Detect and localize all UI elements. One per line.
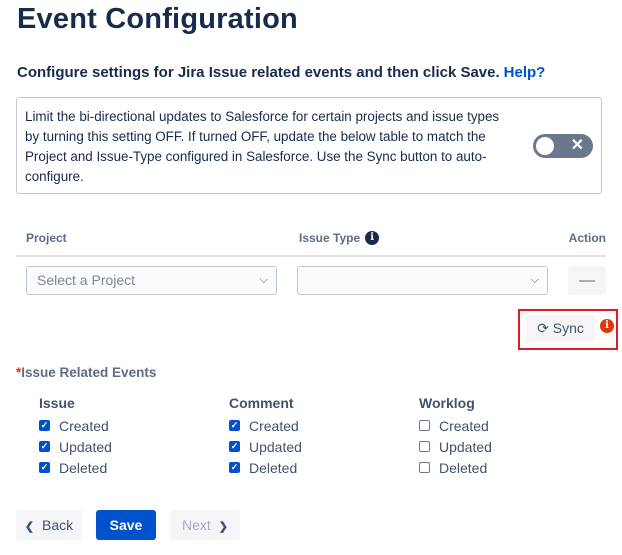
bidirectional-toggle[interactable]: ✕ [533, 134, 593, 158]
project-select-placeholder: Select a Project [37, 272, 136, 288]
issue-type-label: Issue Type [299, 231, 361, 245]
sync-icon: ⟳ [537, 320, 549, 336]
checkbox-worklog-created[interactable]: Created [419, 415, 492, 436]
column-title-issue: Issue [39, 395, 75, 411]
page-title: Event Configuration [17, 3, 298, 35]
checkbox[interactable] [39, 462, 50, 473]
checkbox-label: Created [439, 417, 489, 434]
issue-related-events-label: *Issue Related Events [16, 365, 156, 380]
checkbox-worklog-deleted[interactable]: Deleted [419, 457, 492, 478]
chevron-down-icon: ⌵ [259, 274, 268, 286]
info-icon[interactable]: i [365, 231, 380, 245]
checkbox[interactable] [229, 420, 240, 431]
checkbox-label: Updated [59, 438, 112, 455]
page-subtitle: Configure settings for Jira Issue relate… [17, 64, 545, 81]
minus-icon [579, 280, 595, 282]
save-button[interactable]: Save [96, 510, 156, 540]
back-button[interactable]: ❮ Back [16, 510, 82, 540]
checkbox[interactable] [39, 441, 50, 452]
subtitle-text: Configure settings for Jira Issue relate… [17, 64, 500, 81]
checkbox-issue-created[interactable]: Created [39, 415, 112, 436]
column-title-comment: Comment [229, 395, 294, 411]
checkbox-issue-updated[interactable]: Updated [39, 436, 112, 457]
events-column-issue: Issue Created Updated Deleted [39, 395, 112, 478]
table-divider [16, 255, 606, 257]
checkbox-label: Created [249, 417, 299, 434]
next-label: Next [181, 517, 211, 533]
checkbox-issue-deleted[interactable]: Deleted [39, 457, 112, 478]
checkbox-label: Created [59, 417, 109, 434]
close-icon: ✕ [570, 137, 584, 154]
column-title-worklog: Worklog [419, 395, 475, 411]
events-column-comment: Comment Created Updated Deleted [229, 395, 302, 478]
checkbox-label: Deleted [249, 459, 298, 476]
chevron-right-icon: ❯ [218, 521, 228, 533]
checkbox-label: Deleted [59, 459, 108, 476]
checkbox-comment-updated[interactable]: Updated [229, 436, 302, 457]
column-header-project: Project [26, 231, 67, 245]
events-column-worklog: Worklog Created Updated Deleted [419, 395, 492, 478]
column-header-issue-type: Issue Type i [299, 231, 380, 245]
sync-info-icon[interactable]: i [600, 319, 614, 333]
info-text: Limit the bi-directional updates to Sale… [25, 109, 500, 184]
checkbox[interactable] [419, 420, 430, 431]
chevron-left-icon: ❮ [24, 521, 35, 533]
back-label: Back [42, 517, 74, 533]
checkbox[interactable] [229, 462, 240, 473]
issue-type-select[interactable]: ⌵ [297, 266, 548, 295]
next-button[interactable]: Next ❯ [170, 510, 240, 540]
checkbox[interactable] [229, 441, 240, 452]
checkbox-label: Deleted [439, 459, 488, 476]
chevron-down-icon: ⌵ [530, 274, 539, 286]
checkbox-comment-created[interactable]: Created [229, 415, 302, 436]
checkbox-worklog-updated[interactable]: Updated [419, 436, 492, 457]
project-select[interactable]: Select a Project ⌵ [26, 266, 277, 295]
toggle-knob [536, 137, 554, 155]
events-label-text: Issue Related Events [21, 365, 157, 380]
checkbox[interactable] [419, 462, 430, 473]
help-link[interactable]: Help? [504, 64, 546, 81]
remove-row-button[interactable] [568, 266, 606, 295]
sync-label: Sync [552, 320, 584, 336]
checkbox-comment-deleted[interactable]: Deleted [229, 457, 302, 478]
checkbox[interactable] [39, 420, 50, 431]
checkbox-label: Updated [249, 438, 302, 455]
sync-button[interactable]: ⟳ Sync [526, 314, 595, 342]
column-header-action: Action [568, 231, 606, 245]
checkbox[interactable] [419, 441, 430, 452]
checkbox-label: Updated [439, 438, 492, 455]
info-box: Limit the bi-directional updates to Sale… [16, 97, 602, 194]
